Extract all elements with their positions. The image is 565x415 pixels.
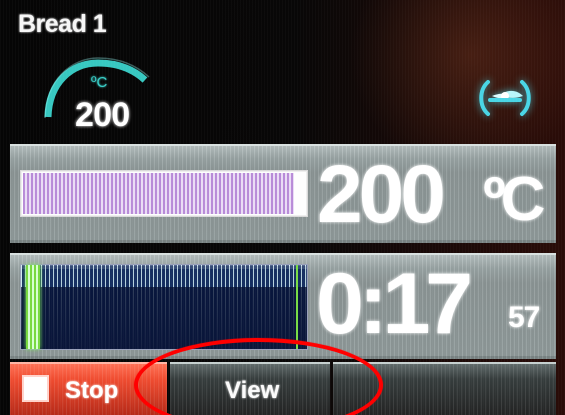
temperature-progress-bar — [20, 170, 308, 217]
current-temperature-readout: 200 ºC — [317, 149, 549, 240]
view-button-label: View — [225, 377, 280, 404]
current-temperature-unit: ºC — [483, 165, 545, 234]
setpoint-value: 200 — [75, 96, 130, 134]
stop-button[interactable]: Stop — [10, 362, 167, 415]
fan-icon[interactable] — [472, 76, 538, 120]
temperature-panel: 200 ºC — [10, 144, 556, 243]
temperature-progress-fill — [23, 173, 294, 214]
soft-button-bar: Stop View — [10, 362, 556, 415]
program-title: Bread 1 — [18, 10, 107, 38]
current-temperature-value: 200 — [317, 149, 446, 240]
timer-end-marker — [296, 265, 298, 349]
timer-progress-bar — [20, 264, 308, 350]
stop-square-icon — [22, 375, 49, 402]
oven-control-screen: Bread 1 ºC 200 200 ºC 0:17 57 Stop View — [0, 0, 565, 415]
stop-button-label: Stop — [65, 377, 119, 404]
timer-readout: 0:17 57 — [316, 256, 554, 355]
timer-main-value: 0:17 — [316, 256, 473, 352]
timer-progress-shade — [21, 287, 307, 349]
setpoint-unit: ºC — [91, 74, 108, 91]
fan-icon — [479, 80, 531, 116]
setpoint-dial: ºC 200 — [35, 49, 155, 144]
view-button[interactable]: View — [170, 362, 330, 415]
timer-panel: 0:17 57 — [10, 253, 556, 359]
timer-elapsed-fill — [26, 265, 40, 349]
timer-seconds-value: 57 — [508, 301, 540, 334]
empty-soft-button[interactable] — [333, 362, 556, 415]
